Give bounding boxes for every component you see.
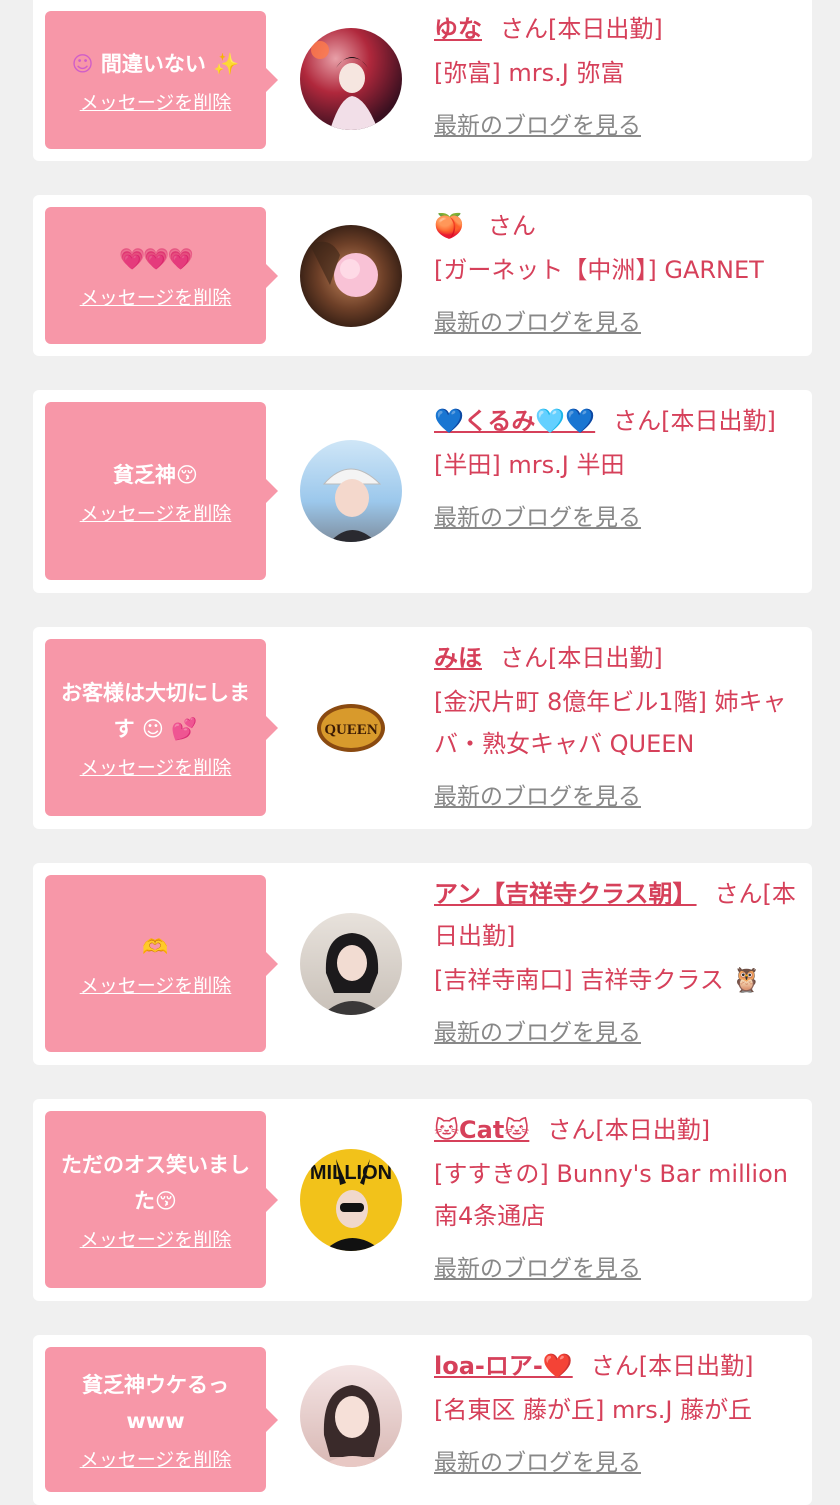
name-line: みほ さん[本日出勤] <box>434 637 802 679</box>
name-line: ゆな さん[本日出勤] <box>434 8 802 50</box>
blonde-portrait-icon <box>320 1385 386 1467</box>
message-bubble: 貧乏神ウケるっwww メッセージを削除 <box>45 1347 278 1492</box>
avatar[interactable] <box>300 440 402 542</box>
shop-name: [名東区 藤が丘] mrs.J 藤が丘 <box>434 1396 753 1424</box>
cast-name-link[interactable]: 💙くるみ🩵💙 <box>434 407 595 435</box>
shop-name: [すすきの] Bunny's Bar million 南4条通店 <box>434 1160 788 1230</box>
cast-info: 💙くるみ🩵💙 さん[本日出勤] [半田] mrs.J 半田 最新のブログを見る <box>434 400 802 532</box>
latest-blog-link[interactable]: 最新のブログを見る <box>434 777 641 811</box>
latest-blog-link[interactable]: 最新のブログを見る <box>434 498 641 532</box>
latest-blog-link[interactable]: 最新のブログを見る <box>434 1249 641 1283</box>
cast-name-link[interactable]: 🍑 <box>434 212 464 240</box>
cast-info: ゆな さん[本日出勤] [弥富] mrs.J 弥富 最新のブログを見る <box>434 8 802 140</box>
name-line: 🍑 さん <box>434 205 802 247</box>
cap-portrait-icon <box>322 468 382 542</box>
cast-info: loa-ロア-❤️ さん[本日出勤] [名東区 藤が丘] mrs.J 藤が丘 最新… <box>434 1345 802 1477</box>
smile-icon: ☺ <box>71 51 94 76</box>
message-bubble: お客様は大切にします ☺ 💕 メッセージを削除 <box>45 639 278 816</box>
shop-name: [吉祥寺南口] 吉祥寺クラス 🦉 <box>434 966 762 994</box>
name-line: 🐱Cat🐱 さん[本日出勤] <box>434 1109 802 1151</box>
bubble-message: お客様は大切にします ☺ 💕 <box>61 681 250 741</box>
delete-message-link[interactable]: メッセージを削除 <box>80 283 232 310</box>
bubble-message: 貧乏神ウケるっwww <box>82 1373 229 1433</box>
honorific-status: さん[本日出勤] <box>590 1352 754 1380</box>
message-bubble: 🫶 メッセージを削除 <box>45 875 278 1052</box>
name-line: loa-ロア-❤️ さん[本日出勤] <box>434 1345 802 1387</box>
bubble-message: 🫶 <box>142 935 169 959</box>
message-card: お客様は大切にします ☺ 💕 メッセージを削除 QUEEN みほ さん[本日出勤]… <box>33 627 812 829</box>
message-bubble: ☺ 間違いない ✨ メッセージを削除 <box>45 11 278 149</box>
avatar[interactable]: MILLION <box>300 1149 402 1251</box>
name-line: 💙くるみ🩵💙 さん[本日出勤] <box>434 400 802 442</box>
cast-name-link[interactable]: ゆな <box>434 15 482 43</box>
message-card: 💗💗💗 メッセージを削除 🍑 さん [ガーネット【中洲】] GARNET 最新のブ… <box>33 195 812 356</box>
honorific-status: さん[本日出勤] <box>500 644 663 672</box>
cast-name-link[interactable]: 🐱Cat🐱 <box>434 1116 529 1144</box>
bubble-message: ただのオス笑いました😚 <box>61 1153 250 1213</box>
delete-message-link[interactable]: メッセージを削除 <box>80 88 232 115</box>
delete-message-link[interactable]: メッセージを削除 <box>80 1225 232 1252</box>
cast-name-link[interactable]: loa-ロア-❤️ <box>434 1352 573 1380</box>
latest-blog-link[interactable]: 最新のブログを見る <box>434 1013 641 1047</box>
cast-info: 🐱Cat🐱 さん[本日出勤] [すすきの] Bunny's Bar million… <box>434 1109 802 1283</box>
shop-name: [半田] mrs.J 半田 <box>434 451 625 479</box>
sparkles-icon: ✨ <box>213 51 240 76</box>
bubble-message: 貧乏神😚 <box>113 462 198 487</box>
message-bubble: ただのオス笑いました😚 メッセージを削除 <box>45 1111 278 1288</box>
bubble-message: 💗💗💗 <box>119 247 193 271</box>
latest-blog-link[interactable]: 最新のブログを見る <box>434 303 641 337</box>
cast-info: 🍑 さん [ガーネット【中洲】] GARNET 最新のブログを見る <box>434 205 802 337</box>
dark-hair-portrait-icon <box>322 933 384 1015</box>
avatar[interactable] <box>300 28 402 130</box>
peach-blur-portrait-icon <box>310 241 378 297</box>
cast-name-link[interactable]: アン【吉祥寺クラス朝】 <box>434 880 697 908</box>
queen-logo-text: QUEEN <box>324 722 378 738</box>
message-card: ☺ 間違いない ✨ メッセージを削除 ゆな さん[本日出勤] [弥富] mrs.J… <box>33 0 812 161</box>
name-line: アン【吉祥寺クラス朝】 さん[本日出勤] <box>434 873 802 957</box>
shop-name: [弥富] mrs.J 弥富 <box>434 59 625 87</box>
poster-title: MILLION <box>310 1162 392 1184</box>
honorific-status: さん[本日出勤] <box>613 407 776 435</box>
avatar[interactable] <box>300 913 402 1015</box>
delete-message-link[interactable]: メッセージを削除 <box>80 971 232 998</box>
cast-info: アン【吉祥寺クラス朝】 さん[本日出勤] [吉祥寺南口] 吉祥寺クラス 🦉 最新の… <box>434 873 802 1047</box>
message-bubble: 貧乏神😚 メッセージを削除 <box>45 402 278 580</box>
avatar[interactable] <box>300 1365 402 1467</box>
message-card: ただのオス笑いました😚 メッセージを削除 MILLION 🐱Cat🐱 さん[本日出… <box>33 1099 812 1301</box>
latest-blog-link[interactable]: 最新のブログを見る <box>434 1443 641 1477</box>
avatar[interactable]: QUEEN <box>300 677 402 779</box>
delete-message-link[interactable]: メッセージを削除 <box>80 499 232 526</box>
cast-info: みほ さん[本日出勤] [金沢片町 8億年ビル1階] 姉キャバ・熟女キャバ QUE… <box>434 637 802 811</box>
message-card: 貧乏神😚 メッセージを削除 💙くるみ🩵💙 さん[本日出勤] [半田] mrs.J … <box>33 390 812 593</box>
shop-name: [ガーネット【中洲】] GARNET <box>434 256 764 284</box>
delete-message-link[interactable]: メッセージを削除 <box>80 1445 232 1472</box>
avatar[interactable] <box>300 225 402 327</box>
message-card: 🫶 メッセージを削除 アン【吉祥寺クラス朝】 さん[本日出勤] [吉祥寺南口] 吉… <box>33 863 812 1065</box>
message-card: 貧乏神ウケるっwww メッセージを削除 loa-ロア-❤️ さん[本日出勤] [名… <box>33 1335 812 1505</box>
honorific-status: さん <box>487 212 536 240</box>
kimono-portrait-icon <box>311 41 378 130</box>
honorific-status: さん[本日出勤] <box>500 15 663 43</box>
shop-name: [金沢片町 8億年ビル1階] 姉キャバ・熟女キャバ QUEEN <box>434 688 787 758</box>
cast-name-link[interactable]: みほ <box>434 644 482 672</box>
message-bubble: 💗💗💗 メッセージを削除 <box>45 207 278 344</box>
delete-message-link[interactable]: メッセージを削除 <box>80 753 232 780</box>
latest-blog-link[interactable]: 最新のブログを見る <box>434 106 641 140</box>
queen-logo-icon: QUEEN <box>317 704 385 752</box>
bubble-message: ☺ 間違いない ✨ <box>71 51 240 76</box>
bunny-poster-icon: MILLION <box>310 1159 392 1251</box>
honorific-status: さん[本日出勤] <box>547 1116 711 1144</box>
